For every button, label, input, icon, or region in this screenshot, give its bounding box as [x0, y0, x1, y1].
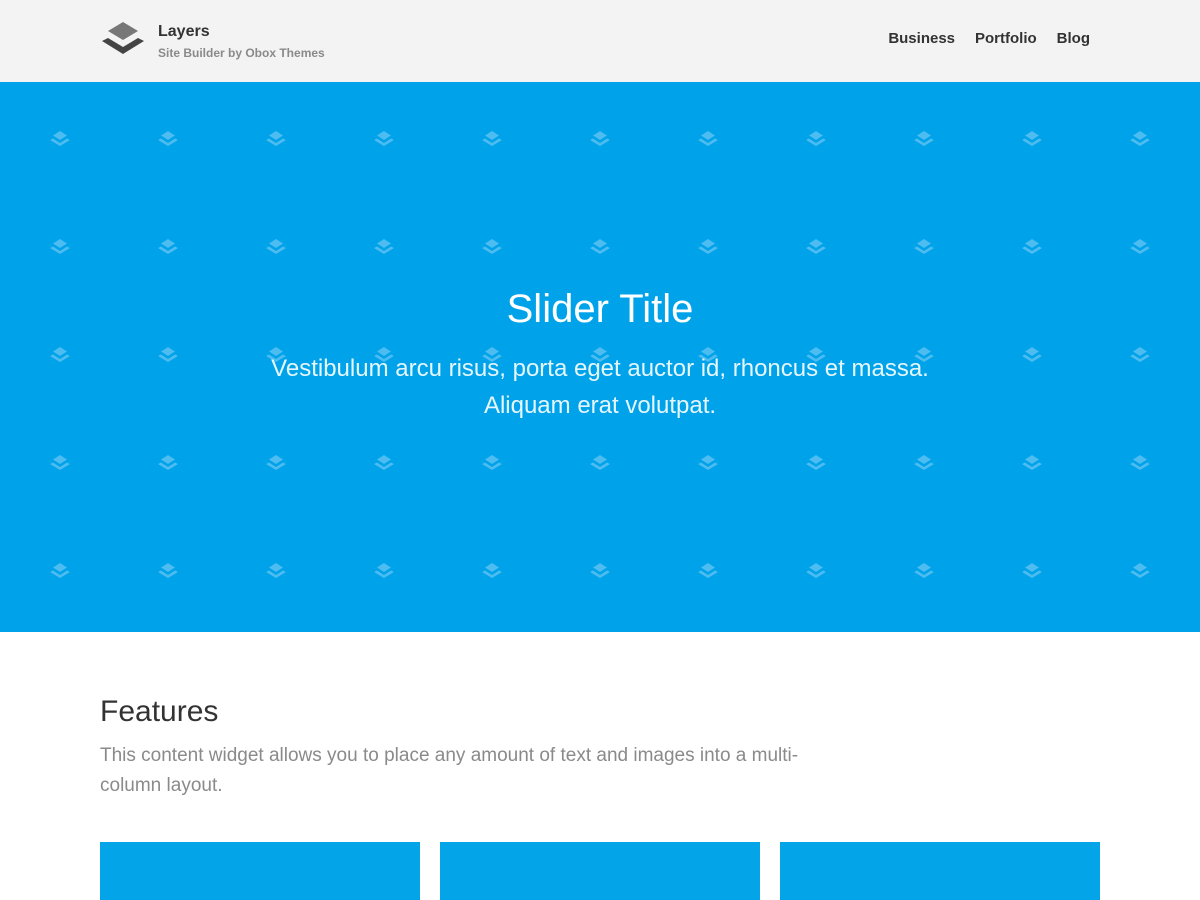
pattern-logo-icon [482, 563, 502, 578]
pattern-logo-icon [266, 455, 286, 470]
layers-logo-icon [102, 22, 144, 54]
site-brand-link[interactable]: Layers Site Builder by Obox Themes [100, 20, 325, 63]
site-tagline: Site Builder by Obox Themes [158, 46, 325, 60]
pattern-logo-icon [374, 563, 394, 578]
site-header: Layers Site Builder by Obox Themes Busin… [0, 0, 1200, 82]
pattern-logo-icon [50, 131, 70, 146]
pattern-logo-icon [914, 563, 934, 578]
pattern-logo-icon [1130, 347, 1150, 362]
slide-excerpt: Vestibulum arcu risus, porta eget auctor… [271, 355, 929, 419]
feature-columns [100, 842, 1100, 900]
pattern-logo-icon [374, 131, 394, 146]
nav-item-portfolio[interactable]: Portfolio [975, 29, 1037, 49]
pattern-logo-icon [50, 239, 70, 254]
pattern-logo-icon [266, 239, 286, 254]
pattern-logo-icon [482, 131, 502, 146]
pattern-logo-icon [590, 239, 610, 254]
pattern-logo-icon [914, 455, 934, 470]
pattern-logo-icon [266, 563, 286, 578]
pattern-logo-icon [50, 563, 70, 578]
pattern-logo-icon [590, 455, 610, 470]
pattern-logo-icon [806, 455, 826, 470]
hero-slider: Slider Title Vestibulum arcu risus, port… [0, 82, 1200, 632]
pattern-logo-icon [914, 239, 934, 254]
pattern-logo-icon [158, 455, 178, 470]
pattern-logo-icon [698, 131, 718, 146]
pattern-logo-icon [806, 239, 826, 254]
slide-title: Slider Title [506, 287, 694, 331]
pattern-logo-icon [158, 131, 178, 146]
pattern-logo-icon [482, 455, 502, 470]
feature-column-image[interactable] [100, 842, 420, 900]
section-excerpt: This content widget allows you to place … [100, 745, 799, 796]
nav-item-business[interactable]: Business [888, 29, 955, 49]
pattern-logo-icon [698, 563, 718, 578]
pattern-logo-icon [698, 239, 718, 254]
pattern-logo-icon [50, 455, 70, 470]
pattern-logo-icon [1130, 563, 1150, 578]
pattern-logo-icon [266, 131, 286, 146]
pattern-logo-icon [482, 239, 502, 254]
pattern-logo-icon [806, 131, 826, 146]
pattern-logo-icon [590, 563, 610, 578]
pattern-logo-icon [590, 131, 610, 146]
site-title: Layers [158, 23, 210, 40]
pattern-logo-icon [158, 563, 178, 578]
pattern-logo-icon [1022, 347, 1042, 362]
pattern-logo-icon [1130, 131, 1150, 146]
pattern-logo-icon [1022, 239, 1042, 254]
pattern-logo-icon [698, 455, 718, 470]
pattern-logo-icon [1130, 239, 1150, 254]
pattern-logo-icon [158, 239, 178, 254]
main-nav: Business Portfolio Blog [868, 29, 1090, 49]
nav-item-blog[interactable]: Blog [1057, 29, 1090, 49]
pattern-logo-icon [1022, 563, 1042, 578]
pattern-logo-icon [1130, 455, 1150, 470]
pattern-logo-icon [806, 563, 826, 578]
pattern-logo-icon [1022, 455, 1042, 470]
feature-column-image[interactable] [780, 842, 1100, 900]
pattern-logo-icon [374, 455, 394, 470]
pattern-logo-icon [158, 347, 178, 362]
pattern-logo-icon [50, 347, 70, 362]
section-title: Features [100, 695, 219, 728]
feature-column-image[interactable] [440, 842, 760, 900]
pattern-logo-icon [374, 239, 394, 254]
pattern-logo-icon [914, 131, 934, 146]
pattern-logo-icon [1022, 131, 1042, 146]
